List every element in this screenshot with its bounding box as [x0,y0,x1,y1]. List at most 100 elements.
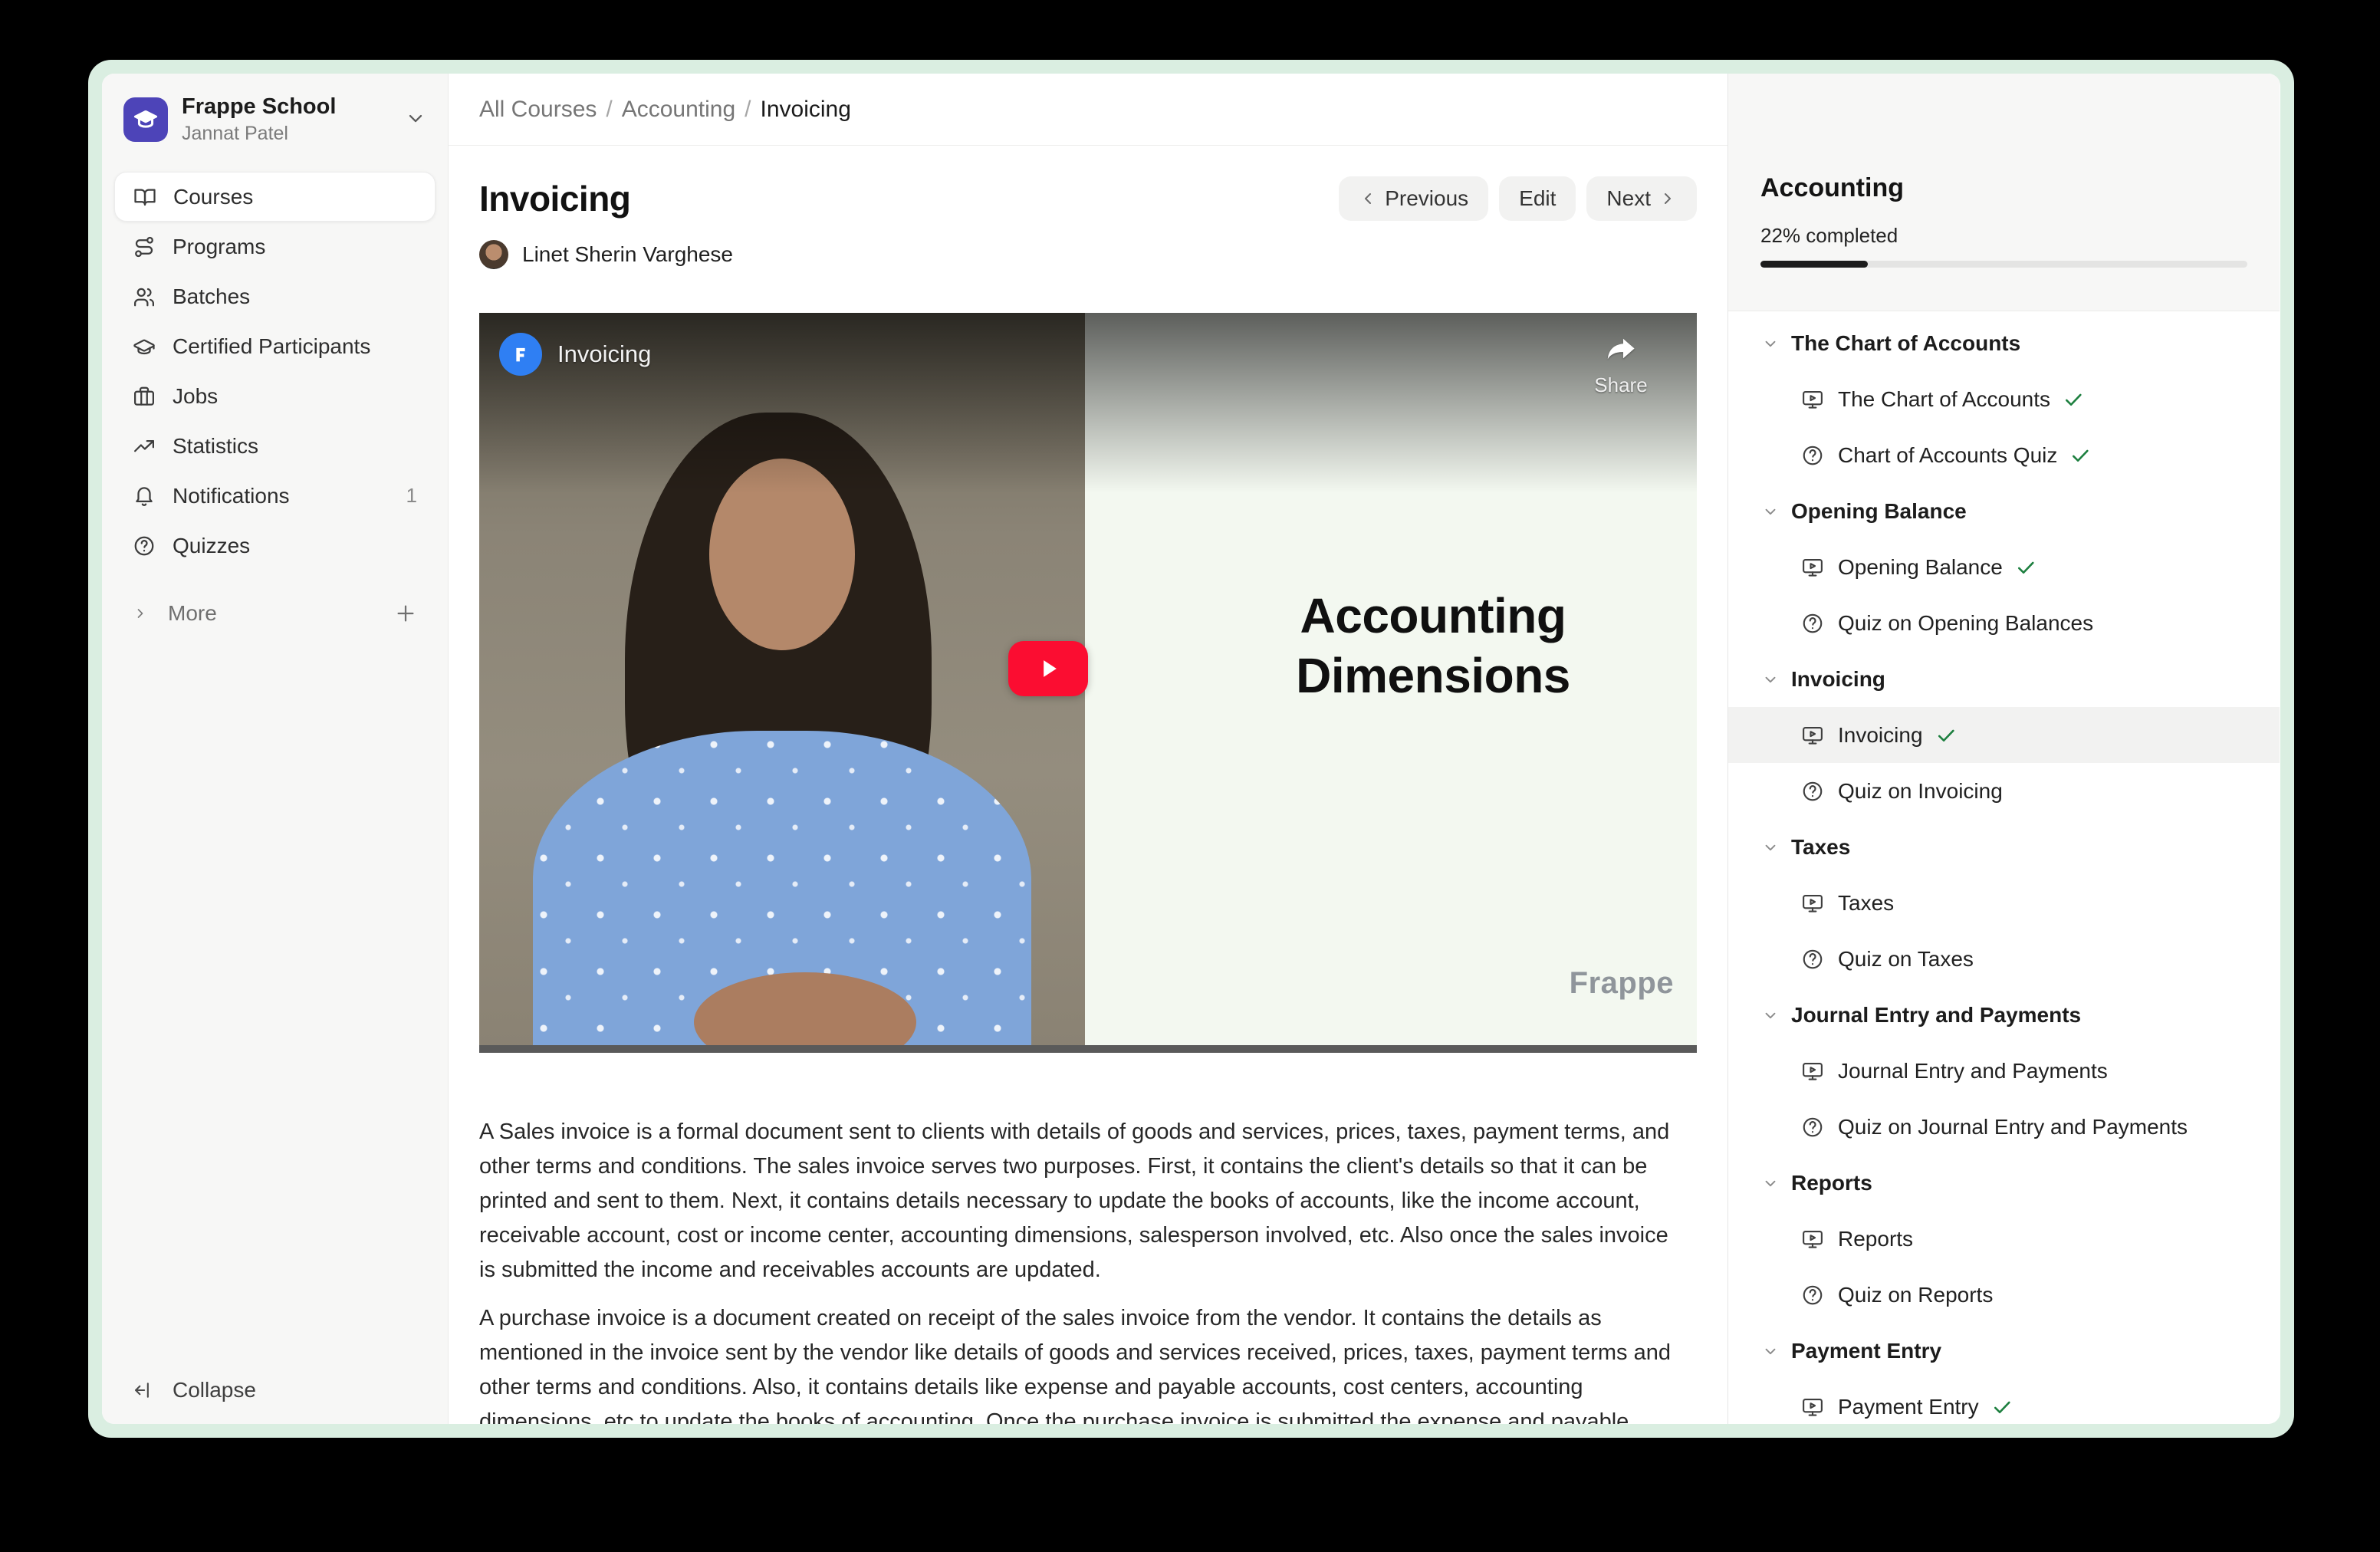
chevron-left-icon [1359,189,1377,208]
help-circle-icon [1801,1116,1824,1139]
video-title[interactable]: Invoicing [557,340,651,368]
section-taxes[interactable]: Taxes [1728,819,2280,875]
play-button[interactable] [1008,641,1088,696]
quiz-opening-balances[interactable]: Quiz on Opening Balances [1728,595,2280,651]
desktop-background: Frappe School Jannat Patel Courses Progr [0,0,2380,1552]
sidebar-more[interactable]: More [114,592,436,635]
sidebar: Frappe School Jannat Patel Courses Progr [102,74,449,1424]
chevron-down-icon [1762,503,1779,520]
collapse-sidebar-button[interactable]: Collapse [114,1370,436,1410]
quiz-invoicing[interactable]: Quiz on Invoicing [1728,763,2280,819]
edit-button[interactable]: Edit [1499,176,1576,221]
chevron-down-icon [1762,1007,1779,1024]
chevron-down-icon [405,107,426,133]
sidebar-item-label: Programs [173,235,265,259]
previous-button[interactable]: Previous [1339,176,1488,221]
help-circle-icon [133,534,156,557]
lesson-opening-balance[interactable]: Opening Balance [1728,539,2280,595]
section-payment-entry[interactable]: Payment Entry [1728,1323,2280,1379]
video-progress-bar[interactable] [479,1045,1697,1053]
lesson-payment-entry[interactable]: Payment Entry [1728,1379,2280,1424]
sidebar-item-notifications[interactable]: Notifications 1 [114,471,436,521]
help-circle-icon [1801,948,1824,971]
sidebar-item-jobs[interactable]: Jobs [114,371,436,421]
monitor-play-icon [1801,1060,1824,1083]
share-arrow-icon [1601,333,1641,367]
frappe-school-app: Frappe School Jannat Patel Courses Progr [102,74,2280,1424]
breadcrumb-accounting[interactable]: Accounting [622,97,735,123]
check-icon [2015,557,2036,578]
help-circle-icon [1801,780,1824,803]
video-player[interactable]: Accounting Dimensions Frappe Invoicing [479,313,1697,1053]
sidebar-item-courses[interactable]: Courses [114,172,436,222]
sidebar-item-label: Notifications [173,484,290,508]
section-invoicing[interactable]: Invoicing [1728,651,2280,707]
lesson-chart-of-accounts[interactable]: The Chart of Accounts [1728,371,2280,427]
section-title: Payment Entry [1791,1339,1941,1363]
sidebar-item-statistics[interactable]: Statistics [114,421,436,471]
section-journal-entry[interactable]: Journal Entry and Payments [1728,987,2280,1043]
workspace-switcher[interactable]: Frappe School Jannat Patel [123,95,436,144]
lesson-journal-entry[interactable]: Journal Entry and Payments [1728,1043,2280,1099]
main-content: All Courses / Accounting / Invoicing Inv… [449,74,1727,1424]
lesson-label: Invoicing [1838,723,1923,748]
app-window-frame: Frappe School Jannat Patel Courses Progr [88,60,2294,1438]
check-icon [2069,445,2091,466]
sidebar-item-label: Quizzes [173,534,250,558]
lesson-invoicing-active[interactable]: Invoicing [1728,707,2280,763]
help-circle-icon [1801,612,1824,635]
breadcrumb: All Courses / Accounting / Invoicing [449,74,1727,146]
section-title: Reports [1791,1171,1872,1195]
sidebar-item-certified-participants[interactable]: Certified Participants [114,321,436,371]
section-title: Invoicing [1791,667,1885,692]
book-open-icon [133,186,156,209]
frappe-wordmark: Frappe [1570,966,1674,1001]
more-label: More [168,601,217,626]
collapse-label: Collapse [173,1378,256,1402]
lesson-label: Taxes [1838,891,1894,916]
bell-icon [133,485,156,508]
sidebar-item-label: Batches [173,284,250,309]
sidebar-item-quizzes[interactable]: Quizzes [114,521,436,570]
quiz-label: Quiz on Reports [1838,1283,1993,1307]
section-chart-of-accounts[interactable]: The Chart of Accounts [1728,315,2280,371]
lesson-reports[interactable]: Reports [1728,1211,2280,1267]
section-title: Taxes [1791,835,1850,860]
workspace-text: Frappe School Jannat Patel [182,94,336,144]
course-outline-list: The Chart of Accounts The Chart of Accou… [1728,315,2280,1424]
quiz-chart-of-accounts[interactable]: Chart of Accounts Quiz [1728,427,2280,483]
lesson-paragraph: A Sales invoice is a formal document sen… [479,1115,1689,1287]
frappe-logo-icon[interactable] [499,333,542,376]
quiz-taxes[interactable]: Quiz on Taxes [1728,931,2280,987]
chevron-down-icon [1762,1175,1779,1192]
sidebar-item-programs[interactable]: Programs [114,222,436,271]
progress-text: 22% completed [1760,224,1898,248]
sidebar-item-batches[interactable]: Batches [114,271,436,321]
lesson-label: Journal Entry and Payments [1838,1059,2108,1083]
frappe-school-logo [123,97,168,142]
lesson-taxes[interactable]: Taxes [1728,875,2280,931]
next-button[interactable]: Next [1586,176,1697,221]
monitor-play-icon [1801,388,1824,411]
section-title: Journal Entry and Payments [1791,1003,2081,1028]
lesson-paragraph: A purchase invoice is a document created… [479,1301,1689,1424]
quiz-label: Chart of Accounts Quiz [1838,443,2057,468]
notifications-count: 1 [406,484,417,508]
users-icon [133,285,156,308]
share-label: Share [1579,373,1663,397]
sidebar-nav: Courses Programs Batches Certified Parti… [114,172,436,635]
monitor-play-icon [1801,1396,1824,1419]
quiz-journal-entry[interactable]: Quiz on Journal Entry and Payments [1728,1099,2280,1155]
share-button[interactable]: Share [1579,333,1663,397]
quiz-reports[interactable]: Quiz on Reports [1728,1267,2280,1323]
route-icon [133,235,156,258]
quiz-label: Quiz on Taxes [1838,947,1974,972]
section-opening-balance[interactable]: Opening Balance [1728,483,2280,539]
section-reports[interactable]: Reports [1728,1155,2280,1211]
slide-title: Accounting Dimensions [1169,586,1697,705]
chevron-right-icon [133,606,148,621]
author-name: Linet Sherin Varghese [522,242,733,267]
breadcrumb-all-courses[interactable]: All Courses [479,97,597,123]
plus-icon[interactable] [394,602,417,625]
video-top-gradient [479,313,1697,493]
